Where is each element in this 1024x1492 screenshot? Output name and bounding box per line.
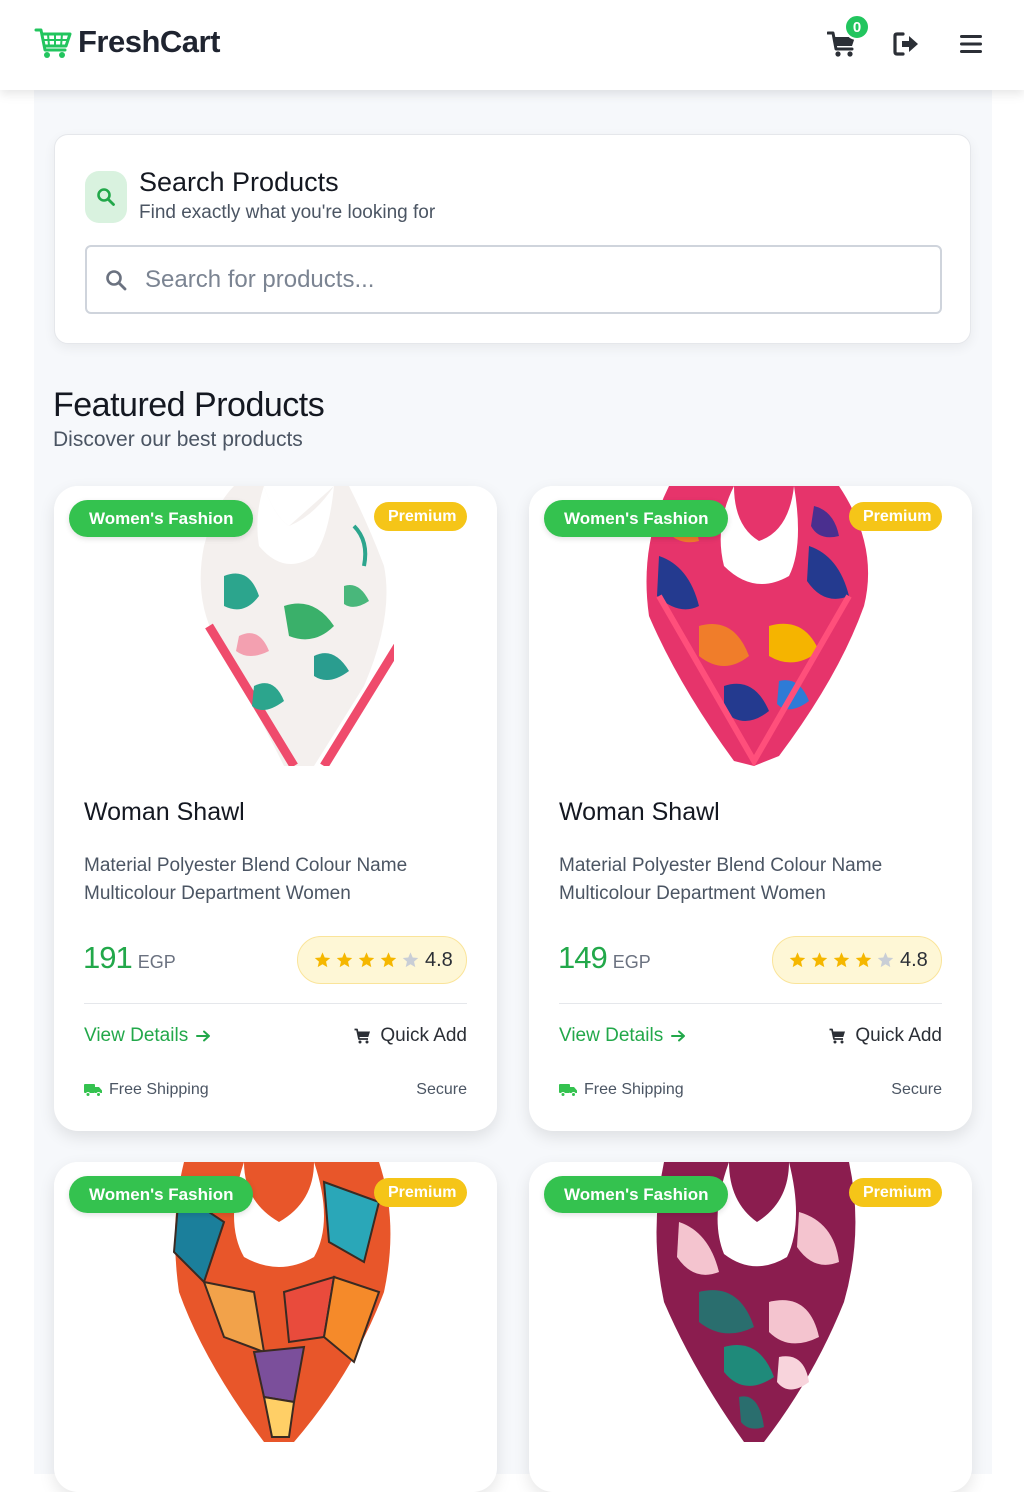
premium-label: Premium — [388, 507, 457, 525]
star-icon — [789, 952, 806, 968]
arrow-right-icon — [196, 1030, 211, 1042]
divider — [559, 1003, 942, 1004]
cart-button[interactable]: 0 — [824, 14, 870, 62]
premium-badge: Premium — [374, 502, 468, 531]
star-icon — [811, 952, 828, 968]
category-badge: Women's Fashion — [544, 500, 729, 537]
star-icon — [358, 952, 375, 968]
quick-add-label: Quick Add — [380, 1025, 467, 1046]
search-card: Search Products Find exactly what you're… — [54, 134, 971, 344]
truck-icon — [559, 1083, 578, 1097]
brand-logo[interactable]: FreshCart — [32, 22, 220, 62]
product-card[interactable]: Women's Fashion Premium — [529, 1162, 972, 1492]
product-image[interactable]: Women's Fashion Premium — [54, 486, 497, 766]
star-icon — [336, 952, 353, 968]
divider — [84, 1003, 467, 1004]
shopping-cart-logo-icon — [34, 28, 72, 58]
product-image[interactable]: Women's Fashion Premium — [529, 1162, 972, 1442]
logout-button[interactable] — [889, 26, 925, 62]
navbar: FreshCart 0 — [0, 0, 1024, 90]
free-shipping-label: Free Shipping — [584, 1081, 684, 1098]
view-details-label: View Details — [84, 1025, 189, 1046]
view-details-link[interactable]: View Details — [559, 1025, 686, 1047]
product-title[interactable]: Woman Shawl — [84, 798, 245, 827]
rating-stars — [314, 952, 419, 968]
category-badge: Women's Fashion — [544, 1176, 729, 1213]
menu-icon — [960, 35, 982, 53]
product-card[interactable]: Women's Fashion Premium — [54, 1162, 497, 1492]
rating-value: 4.8 — [900, 948, 928, 971]
star-icon — [314, 952, 331, 968]
menu-button[interactable] — [953, 26, 989, 62]
premium-badge: Premium — [849, 1178, 943, 1207]
rating-stars — [789, 952, 894, 968]
featured-title: Featured Products — [53, 386, 325, 424]
cart-plus-icon — [829, 1028, 846, 1044]
product-image[interactable]: Women's Fashion Premium — [529, 486, 972, 766]
premium-label: Premium — [388, 1183, 457, 1201]
quick-add-button[interactable]: Quick Add — [829, 1025, 942, 1047]
product-card[interactable]: Women's Fashion Premium Woman Shawl Mate… — [529, 486, 972, 1131]
arrow-right-icon — [671, 1030, 686, 1042]
quick-add-button[interactable]: Quick Add — [354, 1025, 467, 1047]
category-badge: Women's Fashion — [69, 1176, 254, 1213]
star-icon — [380, 952, 397, 968]
product-description: Material Polyester Blend Colour Name Mul… — [84, 855, 408, 904]
secure-label: Secure — [891, 1081, 942, 1098]
free-shipping: Free Shipping — [559, 1081, 684, 1099]
star-empty-icon — [402, 952, 419, 968]
view-details-link[interactable]: View Details — [84, 1025, 211, 1047]
search-box[interactable] — [85, 245, 942, 314]
premium-label: Premium — [863, 1183, 932, 1201]
price-currency: EGP — [137, 952, 176, 972]
product-title[interactable]: Woman Shawl — [559, 798, 720, 827]
secure-label: Secure — [416, 1081, 467, 1098]
rating-pill: 4.8 — [772, 936, 942, 984]
price-value: 191 — [83, 940, 133, 975]
product-price: 149 EGP — [558, 940, 651, 976]
premium-badge: Premium — [374, 1178, 468, 1207]
search-icon — [97, 188, 115, 206]
star-icon — [855, 952, 872, 968]
search-badge — [85, 171, 127, 223]
product-description: Material Polyester Blend Colour Name Mul… — [559, 855, 883, 904]
search-title: Search Products — [139, 167, 339, 197]
star-icon — [833, 952, 850, 968]
quick-add-label: Quick Add — [855, 1025, 942, 1046]
truck-icon — [84, 1083, 103, 1097]
search-input[interactable] — [145, 265, 905, 294]
brand-name: FreshCart — [78, 24, 220, 59]
free-shipping: Free Shipping — [84, 1081, 209, 1099]
rating-value: 4.8 — [425, 948, 453, 971]
logout-icon — [893, 32, 918, 56]
search-input-icon — [105, 269, 127, 291]
star-empty-icon — [877, 952, 894, 968]
featured-subtitle: Discover our best products — [53, 428, 303, 451]
rating-pill: 4.8 — [297, 936, 467, 984]
cart-plus-icon — [354, 1028, 371, 1044]
product-card[interactable]: Women's Fashion Premium Woman Shawl Mate… — [54, 486, 497, 1131]
premium-label: Premium — [863, 507, 932, 525]
category-badge: Women's Fashion — [69, 500, 254, 537]
cart-count-badge: 0 — [844, 14, 870, 40]
price-value: 149 — [558, 940, 608, 975]
search-subtitle: Find exactly what you're looking for — [139, 202, 436, 223]
price-currency: EGP — [612, 952, 651, 972]
product-image[interactable]: Women's Fashion Premium — [54, 1162, 497, 1442]
view-details-label: View Details — [559, 1025, 664, 1046]
premium-badge: Premium — [849, 502, 943, 531]
free-shipping-label: Free Shipping — [109, 1081, 209, 1098]
product-price: 191 EGP — [83, 940, 176, 976]
